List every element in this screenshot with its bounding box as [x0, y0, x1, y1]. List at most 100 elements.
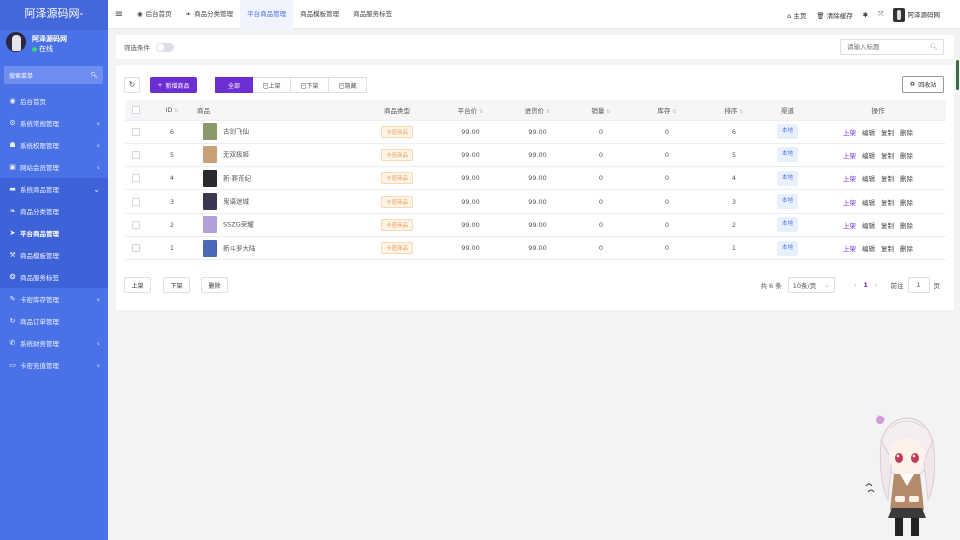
app-logo[interactable]: 阿泽源码网-: [0, 0, 108, 30]
row-action-edit[interactable]: 编辑: [862, 152, 875, 160]
sidebar-item[interactable]: ❂ 商品服务标签: [0, 266, 108, 288]
sidebar-item[interactable]: ➤ 平台商品管理: [0, 222, 108, 244]
sidebar-item[interactable]: ↻ 商品订单管理: [0, 310, 108, 332]
sidebar-item[interactable]: ▭ 卡密充值管理 ‹: [0, 354, 108, 376]
user-menu[interactable]: 阿泽源码网: [893, 7, 940, 22]
search-icon[interactable]: 🔍︎: [90, 72, 98, 79]
row-checkbox[interactable]: [132, 220, 140, 229]
row-checkbox[interactable]: [132, 150, 140, 159]
product-thumbnail[interactable]: [203, 169, 217, 187]
sidebar-item[interactable]: ❧ 商品分类管理: [0, 200, 108, 222]
row-checkbox[interactable]: [132, 244, 140, 253]
sort-icon[interactable]: ⇅: [174, 108, 178, 114]
page-tab[interactable]: 平台商品管理: [240, 0, 294, 29]
row-action-up[interactable]: 上架: [843, 199, 856, 207]
filter-toggle[interactable]: [156, 42, 174, 52]
sort-icon[interactable]: ⇅: [546, 109, 550, 115]
select-all-checkbox[interactable]: [132, 105, 140, 114]
theme-icon[interactable]: ✱: [863, 11, 868, 19]
sidebar-item[interactable]: ☗ 系统权限管理 ‹: [0, 134, 108, 156]
clear-cache-button[interactable]: 🗑︎ 清除缓存: [816, 10, 852, 20]
bulk-delete-button[interactable]: 删除: [201, 277, 228, 293]
bulk-down-button[interactable]: 下架: [163, 277, 190, 293]
sidebar-item[interactable]: ✆ 系统财务管理 ‹: [0, 332, 108, 354]
sidebar-item[interactable]: ▣ 网站会员管理 ‹: [0, 156, 108, 178]
avatar[interactable]: [6, 32, 26, 52]
status-tab[interactable]: 已上架: [253, 77, 291, 93]
price-cell: 99.00: [437, 236, 504, 261]
status-tab[interactable]: 全部: [215, 77, 253, 93]
row-action-copy[interactable]: 复制: [881, 245, 894, 253]
row-action-edit[interactable]: 编辑: [862, 245, 875, 253]
sort-icon[interactable]: ⇅: [606, 109, 610, 115]
row-checkbox[interactable]: [132, 127, 140, 136]
sort-icon[interactable]: ⇅: [479, 109, 483, 115]
row-action-copy[interactable]: 复制: [881, 175, 894, 183]
status-tab[interactable]: 已下架: [291, 77, 329, 93]
row-action-delete[interactable]: 删除: [900, 245, 913, 253]
row-action-up[interactable]: 上架: [843, 222, 856, 230]
fullscreen-icon[interactable]: ⤧: [878, 10, 883, 19]
finance-icon: ✆: [9, 339, 16, 347]
next-page-icon[interactable]: ›: [875, 281, 878, 289]
product-thumbnail[interactable]: [203, 193, 217, 211]
row-checkbox[interactable]: [132, 174, 140, 183]
column-header[interactable]: 库存 ⇅: [631, 100, 703, 121]
page-tab[interactable]: 商品模板管理: [293, 0, 346, 29]
menu-toggle-icon[interactable]: ≡: [108, 9, 130, 20]
page-tab[interactable]: 商品服务标签: [346, 0, 399, 29]
product-thumbnail[interactable]: [203, 146, 217, 164]
add-product-button[interactable]: + 新增商品: [150, 77, 197, 93]
refresh-button[interactable]: ↻: [124, 77, 140, 93]
scrollbar-thumb[interactable]: [956, 60, 959, 90]
search-icon[interactable]: 🔍︎: [930, 43, 938, 51]
row-action-copy[interactable]: 复制: [881, 222, 894, 230]
row-action-up[interactable]: 上架: [843, 245, 856, 253]
product-thumbnail[interactable]: [203, 239, 217, 257]
row-action-up[interactable]: 上架: [843, 129, 856, 137]
column-header[interactable]: ID ⇅: [147, 100, 197, 121]
prev-page-icon[interactable]: ‹: [854, 281, 857, 289]
column-header[interactable]: 销量 ⇅: [571, 100, 631, 121]
row-action-delete[interactable]: 删除: [900, 199, 913, 207]
sidebar-item[interactable]: ⚒ 商品模板管理: [0, 244, 108, 266]
column-header[interactable]: 平台价 ⇅: [437, 100, 504, 121]
row-action-copy[interactable]: 复制: [881, 129, 894, 137]
menu-search[interactable]: 搜索菜单 🔍︎: [4, 66, 103, 84]
product-thumbnail[interactable]: [203, 216, 217, 234]
page-tab[interactable]: ◉ 后台首页: [130, 0, 179, 29]
row-action-edit[interactable]: 编辑: [862, 175, 875, 183]
page-size-select[interactable]: 10条/页 ⌄: [787, 277, 835, 293]
column-header[interactable]: 排序 ⇅: [703, 100, 765, 121]
row-action-up[interactable]: 上架: [843, 175, 856, 183]
row-action-edit[interactable]: 编辑: [862, 199, 875, 207]
row-action-copy[interactable]: 复制: [881, 152, 894, 160]
goto-page-input[interactable]: 1: [907, 277, 930, 293]
dashboard-icon: ◉: [137, 9, 143, 18]
sidebar-item[interactable]: ✎ 卡密库存管理 ‹: [0, 288, 108, 310]
column-header[interactable]: 进货价 ⇅: [504, 100, 571, 121]
sidebar-item[interactable]: ⚙ 系统常规管理 ‹: [0, 112, 108, 134]
sort-icon[interactable]: ⇅: [739, 109, 743, 115]
row-action-delete[interactable]: 删除: [900, 129, 913, 137]
page-tab[interactable]: ❧ 商品分类管理: [179, 0, 240, 29]
row-checkbox[interactable]: [132, 197, 140, 206]
title-search-input[interactable]: [847, 43, 927, 51]
row-action-edit[interactable]: 编辑: [862, 222, 875, 230]
sidebar-item[interactable]: ◉ 后台首页: [0, 90, 108, 112]
row-action-copy[interactable]: 复制: [881, 199, 894, 207]
row-action-delete[interactable]: 删除: [900, 222, 913, 230]
bulk-up-button[interactable]: 上架: [124, 277, 151, 293]
product-thumbnail[interactable]: [203, 123, 217, 141]
sort-icon[interactable]: ⇅: [672, 109, 676, 115]
row-action-delete[interactable]: 删除: [900, 152, 913, 160]
recycle-bin-button[interactable]: ♻ 回收站: [902, 76, 944, 93]
row-action-edit[interactable]: 编辑: [862, 129, 875, 137]
channel-cell: 本地: [765, 143, 810, 168]
row-action-delete[interactable]: 删除: [900, 175, 913, 183]
status-tab[interactable]: 已隐藏: [329, 77, 367, 93]
sidebar-item[interactable]: ▬ 系统商品管理 ⌄: [0, 178, 108, 200]
page-number[interactable]: 1: [863, 281, 868, 289]
home-link[interactable]: ⌂ 主页: [787, 10, 806, 20]
row-action-up[interactable]: 上架: [843, 152, 856, 160]
